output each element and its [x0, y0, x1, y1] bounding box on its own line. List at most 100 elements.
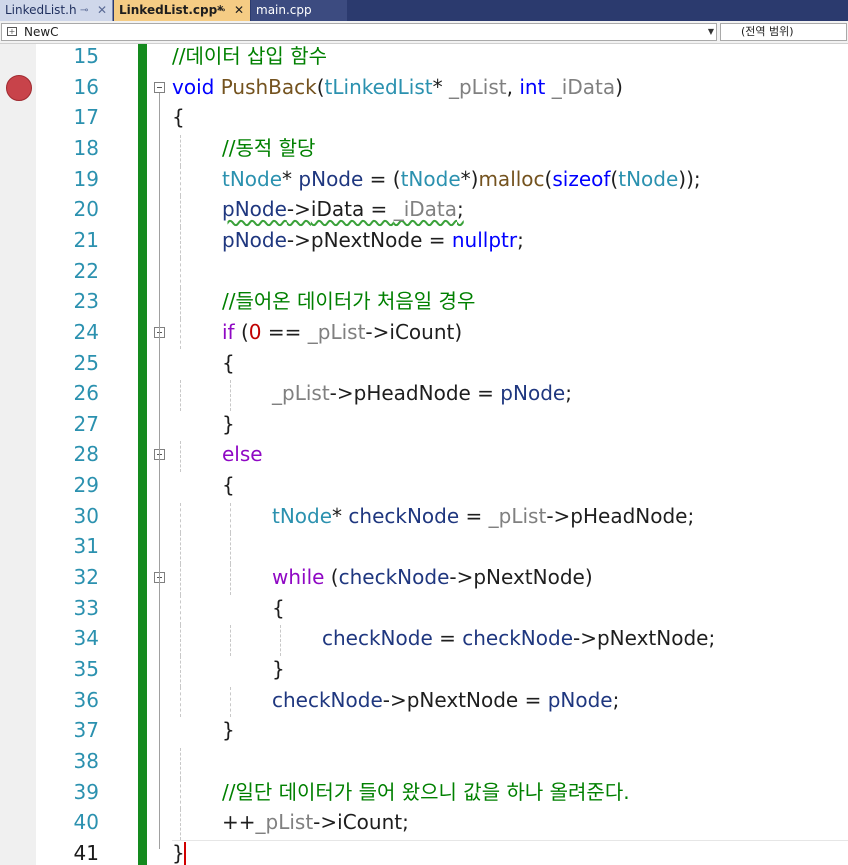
- line-number: 19: [73, 166, 99, 191]
- code-token: tNode: [618, 166, 679, 191]
- code-line[interactable]: //데이터 삽입 함수: [172, 44, 327, 72]
- code-token: pNode: [222, 197, 287, 222]
- code-line[interactable]: }: [222, 715, 235, 746]
- tab-title: LinkedList.cpp*: [119, 3, 224, 17]
- code-token: pNode: [298, 166, 364, 191]
- scope-dropdown[interactable]: + NewC ▼: [1, 23, 717, 41]
- code-line[interactable]: //일단 데이터가 들어 왔으니 값을 하나 올려준다.: [222, 777, 630, 808]
- indent-guide: [180, 226, 181, 258]
- line-number: 38: [73, 748, 99, 773]
- indent-guide: [180, 594, 181, 626]
- code-line[interactable]: }: [272, 654, 285, 685]
- line-number: 21: [73, 227, 99, 252]
- tab-main-cpp[interactable]: main.cpp: [251, 0, 347, 21]
- code-line[interactable]: else: [222, 439, 263, 470]
- code-token: {: [172, 105, 185, 130]
- code-line[interactable]: }: [222, 409, 235, 440]
- code-token: *: [282, 166, 299, 191]
- indent-guide: [180, 656, 181, 687]
- code-line[interactable]: while (checkNode->pNextNode): [272, 562, 593, 593]
- code-line[interactable]: {: [222, 348, 235, 379]
- chevron-down-icon[interactable]: ▼: [708, 24, 714, 40]
- code-token: ->pHeadNode =: [329, 381, 501, 406]
- code-line[interactable]: checkNode = checkNode->pNextNode;: [322, 623, 715, 654]
- text-caret: [184, 841, 186, 865]
- code-token: ==: [261, 319, 308, 344]
- code-token: {: [272, 595, 285, 620]
- code-line[interactable]: pNode->iData = _iData;: [222, 194, 464, 225]
- pin-icon[interactable]: ⊸: [80, 0, 88, 21]
- code-token: ->iCount;: [313, 810, 409, 835]
- indent-guide: [180, 778, 181, 810]
- code-line[interactable]: tNode* checkNode = _pList->pHeadNode;: [272, 501, 694, 532]
- line-number: 24: [73, 319, 99, 344]
- line-number: 37: [73, 718, 99, 743]
- member-dropdown[interactable]: (전역 범위): [720, 23, 847, 41]
- code-line[interactable]: }: [172, 838, 185, 865]
- code-line[interactable]: void PushBack(tLinkedList* _pList, int _…: [172, 72, 623, 103]
- close-icon[interactable]: ✕: [234, 0, 244, 21]
- line-number: 16: [73, 74, 99, 99]
- glyph-margin[interactable]: [0, 44, 36, 865]
- indent-guide: [180, 134, 181, 166]
- tab-linkedlist-h[interactable]: LinkedList.h ⊸ ✕: [0, 0, 113, 21]
- code-token: iData =: [310, 197, 394, 222]
- outline-bracket: [159, 337, 160, 420]
- indent-guide: [180, 502, 181, 534]
- code-token: int: [519, 74, 546, 99]
- code-line[interactable]: {: [222, 470, 235, 501]
- code-token: ;: [612, 687, 620, 712]
- code-token: ++: [222, 810, 256, 835]
- code-line[interactable]: ++_pList->iCount;: [222, 807, 409, 838]
- code-token: =: [459, 503, 489, 528]
- code-token: _pList: [255, 810, 314, 835]
- code-line[interactable]: {: [272, 593, 285, 624]
- change-tracking-bar: [138, 44, 147, 865]
- code-editor[interactable]: 15 16 17 18 19 20 21 22 23 24 25 26 27 28 29 30 31 32 33 34…: [0, 44, 848, 865]
- code-token: _pList: [488, 503, 547, 528]
- code-token: //일단 데이터가 들어 왔으니 값을 하나 올려준다.: [222, 779, 630, 804]
- code-token: ->: [286, 197, 311, 222]
- code-token: (: [324, 565, 339, 590]
- line-number: 30: [73, 503, 99, 528]
- indent-guide: [230, 564, 231, 595]
- code-line[interactable]: //들어온 데이터가 처음일 경우: [222, 286, 475, 317]
- code-token: ;: [517, 227, 524, 252]
- tab-linkedlist-cpp[interactable]: LinkedList.cpp* ⊸ ✕: [114, 0, 250, 21]
- code-line[interactable]: {: [172, 102, 185, 133]
- line-number: 20: [73, 197, 99, 222]
- code-token: if: [222, 319, 235, 344]
- collapse-toggle-icon[interactable]: [154, 81, 165, 93]
- code-token: ->pHeadNode;: [546, 503, 695, 528]
- code-line[interactable]: if (0 == _pList->iCount): [222, 317, 462, 348]
- code-line[interactable]: //동적 할당: [222, 133, 315, 164]
- line-number: 22: [73, 258, 99, 283]
- code-token: nullptr: [451, 227, 518, 252]
- line-number: 23: [73, 289, 99, 314]
- code-token: ;: [565, 381, 572, 406]
- indent-guide: [180, 257, 181, 289]
- code-line[interactable]: pNode->pNextNode = nullptr;: [222, 225, 524, 256]
- code-token: _iData: [393, 197, 457, 222]
- scope-value: NewC: [24, 25, 59, 39]
- code-line[interactable]: checkNode->pNextNode = pNode;: [272, 685, 619, 716]
- code-token: =: [432, 626, 463, 651]
- code-text-area[interactable]: //데이터 삽입 함수 void PushBack(tLinkedList* _p…: [172, 44, 848, 865]
- code-token: {: [222, 473, 235, 498]
- code-token: ,: [506, 74, 520, 99]
- code-token: ->pNextNode): [449, 565, 593, 590]
- code-token: _iData: [551, 74, 616, 99]
- line-number: 28: [73, 442, 99, 467]
- code-token: checkNode: [338, 565, 450, 590]
- close-icon[interactable]: ✕: [97, 0, 107, 21]
- code-token: }: [222, 411, 235, 436]
- indent-guide: [230, 533, 231, 565]
- code-token: ): [615, 74, 623, 99]
- indent-guide: [230, 380, 231, 411]
- code-token: else: [222, 442, 263, 467]
- code-line[interactable]: _pList->pHeadNode = pNode;: [272, 378, 572, 409]
- code-line[interactable]: tNode* pNode = (tNode*)malloc(sizeof(tNo…: [222, 164, 701, 195]
- tab-title: main.cpp: [256, 3, 312, 17]
- pin-icon[interactable]: ⊸: [217, 0, 225, 21]
- breakpoint-icon[interactable]: [6, 74, 32, 101]
